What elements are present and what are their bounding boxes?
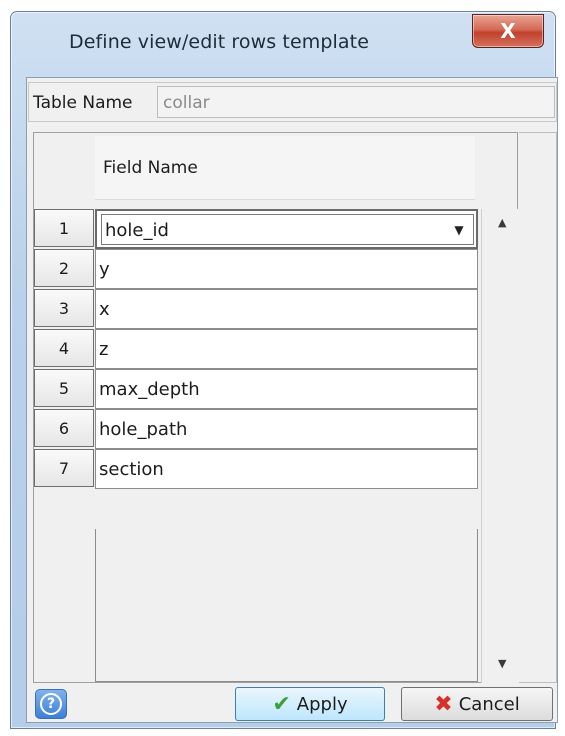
close-icon: X	[500, 19, 516, 43]
cancel-button[interactable]: ✖ Cancel	[401, 687, 553, 721]
field-select[interactable]: hole_id ▼	[101, 214, 474, 245]
row-header[interactable]: 5	[34, 369, 94, 407]
row-header[interactable]: 7	[34, 449, 94, 487]
dialog-window: Define view/edit rows template X Table N…	[10, 11, 558, 729]
grid-rows: 1 hole_id ▼ 2 y 3 x 4 z 5 max_depth 6 ho…	[34, 209, 481, 683]
apply-button[interactable]: ✔ Apply	[235, 687, 385, 721]
row-header[interactable]: 4	[34, 329, 94, 367]
checkmark-icon: ✔	[272, 691, 291, 717]
table-name-label: Table Name	[33, 93, 133, 113]
button-bar: ? ✔ Apply ✖ Cancel	[33, 687, 557, 721]
column-header-label: Field Name	[103, 158, 198, 178]
title-bar[interactable]: Define view/edit rows template X	[11, 12, 555, 70]
vertical-scrollbar[interactable]: ▲ ▼	[481, 209, 519, 683]
apply-label: Apply	[296, 693, 348, 715]
field-select-value: hole_id	[105, 220, 169, 241]
window-title: Define view/edit rows template	[69, 31, 369, 53]
table-row[interactable]: hole_path	[95, 409, 478, 449]
row-header[interactable]: 3	[34, 289, 94, 327]
close-button[interactable]: X	[472, 14, 544, 48]
row-header[interactable]: 1	[34, 209, 94, 247]
row-header[interactable]: 6	[34, 409, 94, 447]
chevron-down-icon[interactable]: ▼	[445, 215, 473, 244]
cancel-label: Cancel	[458, 693, 520, 715]
table-row[interactable]: x	[95, 289, 478, 329]
scroll-down-icon[interactable]: ▼	[498, 657, 506, 670]
table-row[interactable]: section	[95, 449, 478, 489]
dialog-body: Table Name collar Field Name 1 hole_id ▼…	[26, 77, 558, 723]
table-row[interactable]: z	[95, 329, 478, 369]
table-row[interactable]: max_depth	[95, 369, 478, 409]
side-panel	[519, 132, 557, 683]
scroll-up-icon[interactable]: ▲	[498, 216, 506, 229]
help-button[interactable]: ?	[35, 689, 67, 719]
grid-empty-area	[95, 529, 478, 682]
table-name-row: Table Name collar	[28, 82, 557, 122]
table-row[interactable]: hole_id ▼	[95, 209, 478, 249]
help-icon: ?	[40, 693, 62, 715]
table-name-field: collar	[157, 86, 555, 118]
row-header[interactable]: 2	[34, 249, 94, 287]
cancel-x-icon: ✖	[434, 691, 453, 717]
column-header-field-name: Field Name	[95, 136, 475, 200]
table-row[interactable]: y	[95, 249, 478, 289]
fields-grid: Field Name 1 hole_id ▼ 2 y 3 x 4 z 5 max…	[33, 132, 519, 683]
